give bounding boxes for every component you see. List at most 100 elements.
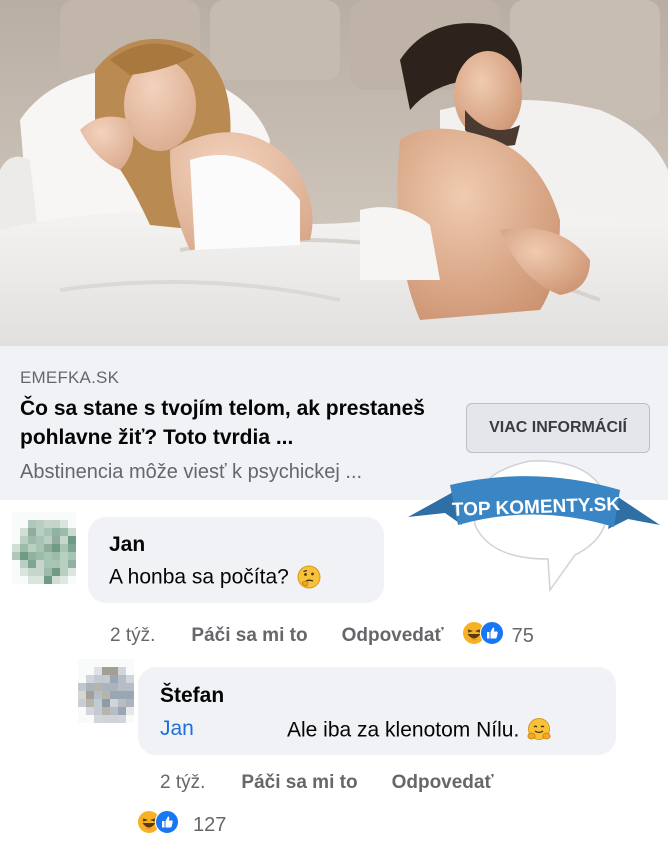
comment-bubble: Jan A honba sa počíta? — [88, 517, 384, 603]
avatar-pixel — [12, 512, 20, 520]
hugging-face-icon — [526, 717, 552, 748]
like-button[interactable]: Páči sa mi to — [241, 772, 357, 794]
avatar-pixel — [36, 520, 44, 528]
avatar[interactable] — [12, 512, 76, 584]
avatar-pixel — [20, 568, 28, 576]
avatar-pixel — [60, 512, 68, 520]
avatar-pixel — [102, 667, 110, 675]
avatar-pixel — [86, 715, 94, 723]
preview-image[interactable] — [0, 0, 668, 346]
avatar-pixel — [94, 675, 102, 683]
comment-author[interactable]: Jan — [109, 533, 145, 557]
avatar-pixel — [12, 544, 20, 552]
avatar-pixel — [28, 536, 36, 544]
avatar-pixel — [78, 659, 86, 667]
avatar-pixel — [78, 675, 86, 683]
avatar-pixel — [68, 528, 76, 536]
reply-button[interactable]: Odpovedať — [342, 625, 444, 647]
couple-in-bed-photo — [0, 0, 668, 346]
avatar-pixel — [78, 715, 86, 723]
avatar-pixel — [78, 667, 86, 675]
like-button[interactable]: Páči sa mi to — [191, 625, 307, 647]
avatar-pixel — [20, 544, 28, 552]
avatar-pixel — [110, 683, 118, 691]
link-headline[interactable]: Čo sa stane s tvojím telom, ak prestaneš… — [20, 394, 450, 452]
avatar-pixel — [52, 520, 60, 528]
avatar-pixel — [44, 560, 52, 568]
avatar-pixel — [126, 707, 134, 715]
mention-link[interactable]: Jan — [160, 717, 194, 741]
avatar-pixel — [68, 576, 76, 584]
avatar-pixel — [110, 691, 118, 699]
avatar-pixel — [102, 715, 110, 723]
avatar-pixel — [118, 683, 126, 691]
avatar-pixel — [68, 536, 76, 544]
avatar-pixel — [20, 528, 28, 536]
avatar-pixel — [68, 560, 76, 568]
avatar-pixel — [60, 552, 68, 560]
reply-bubble: Štefan Jan Ale iba za klenotom Nílu. — [138, 667, 616, 755]
avatar-pixel — [60, 544, 68, 552]
avatar-pixel — [86, 707, 94, 715]
avatar-pixel — [52, 560, 60, 568]
avatar-pixel — [86, 667, 94, 675]
avatar-pixel — [28, 568, 36, 576]
comment-time[interactable]: 2 týž. — [160, 772, 205, 794]
avatar-pixel — [28, 512, 36, 520]
reply-button[interactable]: Odpovedať — [392, 772, 494, 794]
avatar-pixel — [102, 675, 110, 683]
avatar-pixel — [86, 691, 94, 699]
avatar-pixel — [118, 667, 126, 675]
avatar-pixel — [12, 520, 20, 528]
avatar-pixel — [28, 520, 36, 528]
avatar-pixel — [28, 552, 36, 560]
avatar-pixel — [102, 659, 110, 667]
like-icon — [479, 621, 504, 651]
avatar-pixel — [36, 512, 44, 520]
avatar-pixel — [86, 675, 94, 683]
avatar-pixel — [52, 536, 60, 544]
avatar-pixel — [12, 560, 20, 568]
avatar-pixel — [110, 667, 118, 675]
comment-actions: 2 týž. Páči sa mi to Odpovedať — [160, 772, 494, 794]
reactions-summary[interactable]: 75 — [461, 621, 534, 651]
avatar-pixel — [86, 683, 94, 691]
reactions-summary[interactable]: 127 — [137, 810, 226, 840]
avatar-pixel — [78, 707, 86, 715]
avatar-pixel — [52, 512, 60, 520]
avatar-pixel — [94, 707, 102, 715]
avatar-pixel — [126, 675, 134, 683]
avatar-pixel — [20, 512, 28, 520]
avatar-pixel — [126, 715, 134, 723]
avatar-pixel — [44, 536, 52, 544]
link-subtitle: Abstinencia môže viesť k psychickej ... — [20, 461, 363, 483]
avatar-pixel — [102, 699, 110, 707]
avatar-pixel — [44, 528, 52, 536]
like-icon — [155, 810, 179, 840]
comment-author[interactable]: Štefan — [160, 684, 224, 708]
avatar-pixel — [94, 699, 102, 707]
avatar-pixel — [110, 715, 118, 723]
avatar[interactable] — [78, 659, 134, 723]
avatar-pixel — [20, 560, 28, 568]
avatar-pixel — [36, 568, 44, 576]
avatar-pixel — [28, 576, 36, 584]
avatar-pixel — [20, 552, 28, 560]
avatar-pixel — [110, 699, 118, 707]
more-info-button[interactable]: VIAC INFORMÁCIÍ — [466, 403, 650, 453]
avatar-pixel — [44, 544, 52, 552]
avatar-pixel — [102, 691, 110, 699]
avatar-pixel — [94, 659, 102, 667]
avatar-pixel — [28, 528, 36, 536]
avatar-pixel — [12, 568, 20, 576]
avatar-pixel — [68, 512, 76, 520]
avatar-pixel — [78, 683, 86, 691]
comment-time[interactable]: 2 týž. — [110, 625, 155, 647]
avatar-pixel — [86, 659, 94, 667]
avatar-pixel — [60, 520, 68, 528]
avatar-pixel — [86, 699, 94, 707]
avatar-pixel — [12, 576, 20, 584]
avatar-pixel — [110, 707, 118, 715]
avatar-pixel — [20, 576, 28, 584]
avatar-pixel — [44, 512, 52, 520]
